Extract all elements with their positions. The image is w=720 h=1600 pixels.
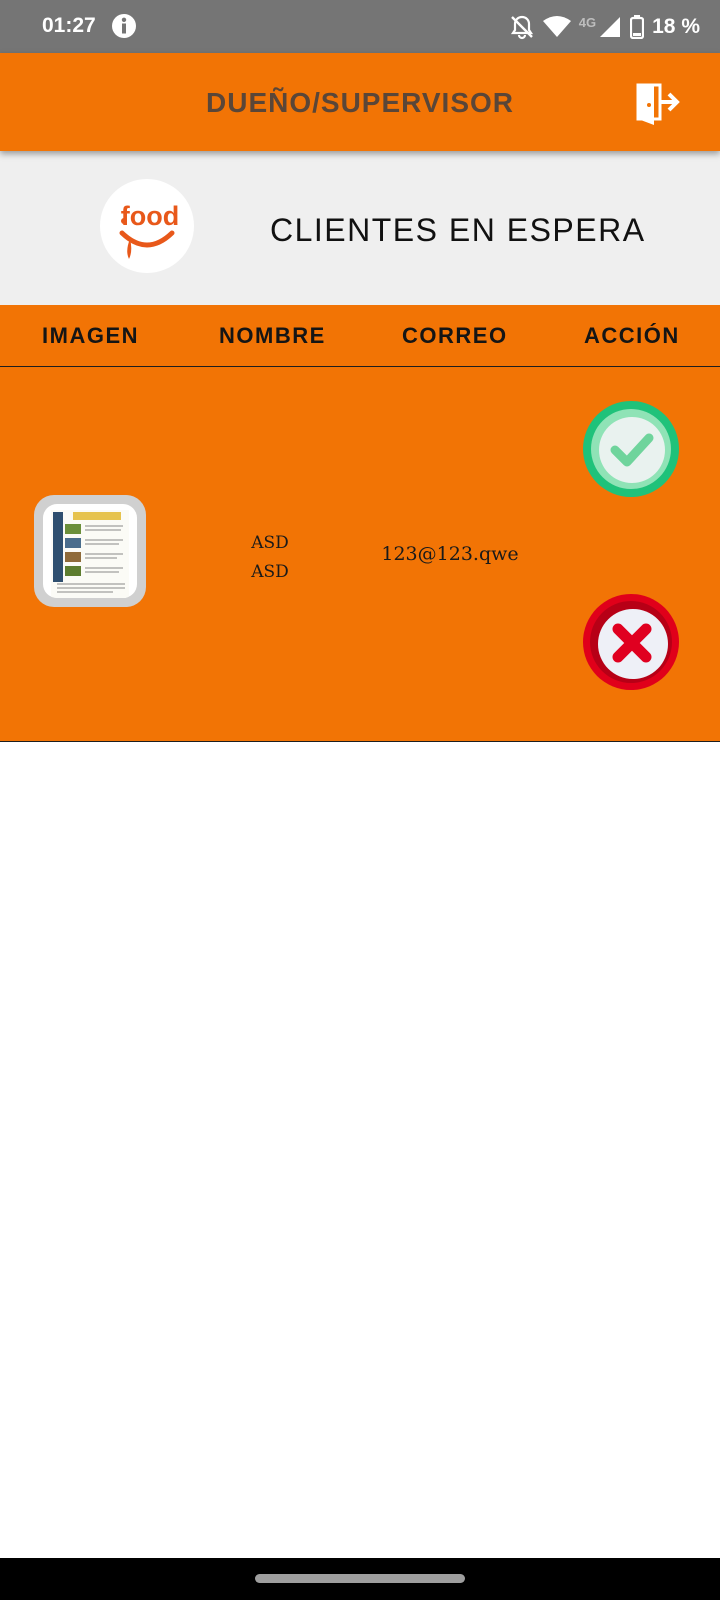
accept-button[interactable] [582, 400, 680, 498]
column-header-nombre: NOMBRE [219, 323, 326, 348]
reject-button[interactable] [582, 593, 680, 691]
battery-percent: 18 % [652, 15, 700, 38]
signal-icon [600, 17, 621, 37]
food-logo-icon: food [119, 201, 179, 259]
header-band: food CLIENTES EN ESPERA [0, 151, 720, 305]
info-icon [112, 14, 136, 38]
document-thumbnail-icon [51, 510, 129, 598]
section-title: CLIENTES EN ESPERA [270, 212, 646, 248]
client-name: ASD ASD [230, 529, 310, 587]
client-name-last: ASD [251, 562, 289, 582]
system-nav-bar [0, 1558, 720, 1600]
client-name-first: ASD [251, 533, 289, 553]
client-image-preview [43, 504, 137, 598]
client-email: 123@123.qwe [381, 543, 519, 565]
network-type: 4G [578, 14, 597, 30]
column-header-accion: ACCIÓN [584, 323, 680, 348]
page-title: DUEÑO/SUPERVISOR [206, 87, 514, 118]
status-bar: 01:27 4G 18 % [0, 0, 720, 53]
logout-door-icon[interactable] [634, 81, 680, 127]
food-logo: food [100, 179, 194, 273]
food-logo-text: food [121, 201, 179, 231]
table-header: IMAGEN NOMBRE CORREO ACCIÓN [0, 305, 720, 367]
column-header-correo: CORREO [402, 323, 508, 348]
column-header-imagen: IMAGEN [42, 323, 139, 348]
notifications-off-icon [510, 15, 533, 40]
client-image[interactable] [34, 495, 146, 607]
status-time: 01:27 [42, 14, 96, 37]
battery-icon [630, 15, 645, 39]
table-row: ASD ASD 123@123.qwe [0, 367, 720, 742]
status-icons: 4G 18 % [509, 12, 700, 42]
home-gesture-handle[interactable] [255, 1574, 465, 1583]
app-bar: DUEÑO/SUPERVISOR [0, 53, 720, 151]
wifi-icon [542, 16, 571, 37]
